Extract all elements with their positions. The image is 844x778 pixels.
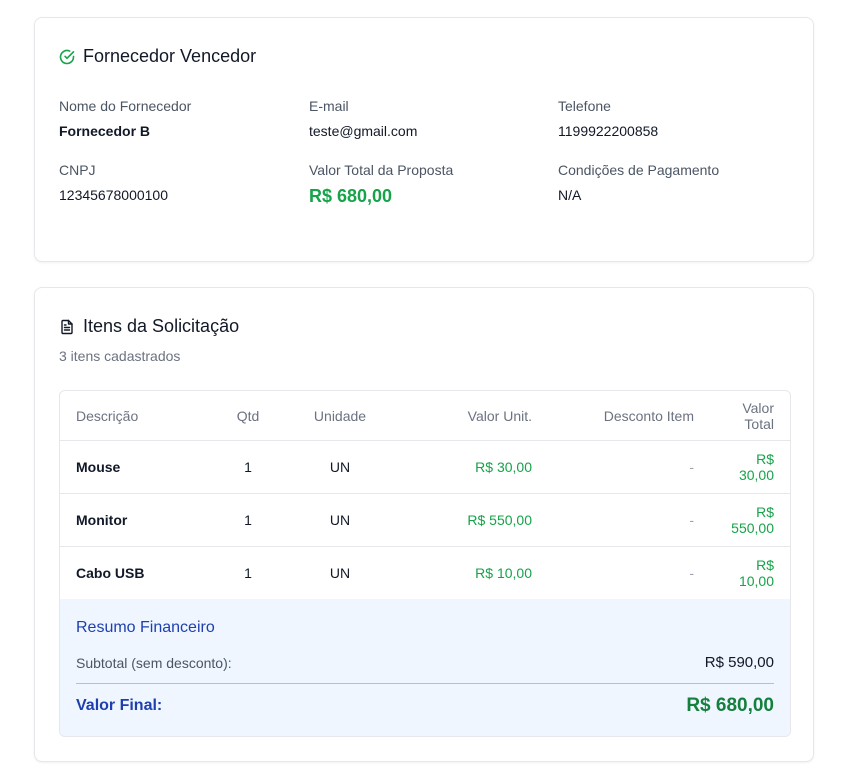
email-label: E-mail <box>309 98 349 114</box>
phone-field: Telefone 1199922200858 <box>558 98 798 139</box>
final-value-amount: R$ 680,00 <box>686 695 774 716</box>
cell-unit-value: R$ 550,00 <box>396 493 548 547</box>
cell-description: Monitor <box>60 493 212 547</box>
cell-unit-value: R$ 30,00 <box>396 440 548 494</box>
cnpj-label: CNPJ <box>59 162 96 178</box>
cell-total: R$ 550,00 <box>710 493 790 547</box>
phone-label: Telefone <box>558 98 611 114</box>
proposal-total-label: Valor Total da Proposta <box>309 162 454 178</box>
column-header-qty: Qtd <box>212 391 284 441</box>
cell-qty: 1 <box>212 546 284 600</box>
winner-card-title: Fornecedor Vencedor <box>83 46 257 66</box>
cell-unit: UN <box>284 546 396 600</box>
cell-total: R$ 10,00 <box>710 546 790 600</box>
cell-discount: - <box>548 440 710 494</box>
cell-qty: 1 <box>212 440 284 494</box>
financial-summary-title: Resumo Financeiro <box>76 619 215 636</box>
column-header-description: Descrição <box>60 391 212 441</box>
table-header-row: Descrição Qtd Unidade Valor Unit. Descon… <box>60 391 790 441</box>
subtotal-value: R$ 590,00 <box>704 654 774 671</box>
payment-terms-value: N/A <box>558 187 582 203</box>
items-table: Descrição Qtd Unidade Valor Unit. Descon… <box>59 390 791 737</box>
document-icon <box>59 319 75 335</box>
email-field: E-mail teste@gmail.com <box>309 98 549 139</box>
cnpj-value: 12345678000100 <box>59 187 169 203</box>
cell-qty: 1 <box>212 493 284 547</box>
payment-terms-label: Condições de Pagamento <box>558 162 720 178</box>
table-row: Monitor 1 UN R$ 550,00 - R$ 550,00 <box>60 493 790 547</box>
column-header-total-value: Valor Total <box>710 391 790 441</box>
items-card-header: Itens da Solicitação <box>59 316 239 337</box>
table-row: Mouse 1 UN R$ 30,00 - R$ 30,00 <box>60 440 790 494</box>
column-header-unit-value: Valor Unit. <box>396 391 548 441</box>
cell-unit: UN <box>284 440 396 494</box>
final-value-row: Valor Final: R$ 680,00 <box>76 695 774 717</box>
proposal-total-field: Valor Total da Proposta R$ 680,00 <box>309 162 549 207</box>
summary-divider <box>76 683 774 684</box>
cell-discount: - <box>548 546 710 600</box>
payment-terms-field: Condições de Pagamento N/A <box>558 162 798 203</box>
cnpj-field: CNPJ 12345678000100 <box>59 162 299 203</box>
subtotal-label: Subtotal (sem desconto): <box>76 654 232 671</box>
column-header-item-discount: Desconto Item <box>548 391 710 441</box>
column-header-unit: Unidade <box>284 391 396 441</box>
winner-card: Fornecedor Vencedor Nome do Fornecedor F… <box>34 17 814 262</box>
winner-card-header: Fornecedor Vencedor <box>59 46 256 67</box>
financial-summary: Resumo Financeiro Subtotal (sem desconto… <box>60 599 790 736</box>
table-row: Cabo USB 1 UN R$ 10,00 - R$ 10,00 <box>60 546 790 600</box>
supplier-name-label: Nome do Fornecedor <box>59 98 192 114</box>
check-circle-icon <box>59 49 75 65</box>
cell-description: Mouse <box>60 440 212 494</box>
phone-value: 1199922200858 <box>558 123 659 139</box>
cell-total: R$ 30,00 <box>710 440 790 494</box>
final-value-label: Valor Final: <box>76 697 163 714</box>
items-card: Itens da Solicitação 3 itens cadastrados… <box>34 287 814 762</box>
supplier-name-value: Fornecedor B <box>59 123 151 139</box>
subtotal-row: Subtotal (sem desconto): R$ 590,00 <box>76 654 774 671</box>
email-value: teste@gmail.com <box>309 123 418 139</box>
supplier-name-field: Nome do Fornecedor Fornecedor B <box>59 98 299 139</box>
cell-unit: UN <box>284 493 396 547</box>
cell-unit-value: R$ 10,00 <box>396 546 548 600</box>
items-count: 3 itens cadastrados <box>59 348 181 364</box>
items-card-title: Itens da Solicitação <box>83 316 240 336</box>
cell-description: Cabo USB <box>60 546 212 600</box>
cell-discount: - <box>548 493 710 547</box>
proposal-total-value: R$ 680,00 <box>309 186 393 206</box>
